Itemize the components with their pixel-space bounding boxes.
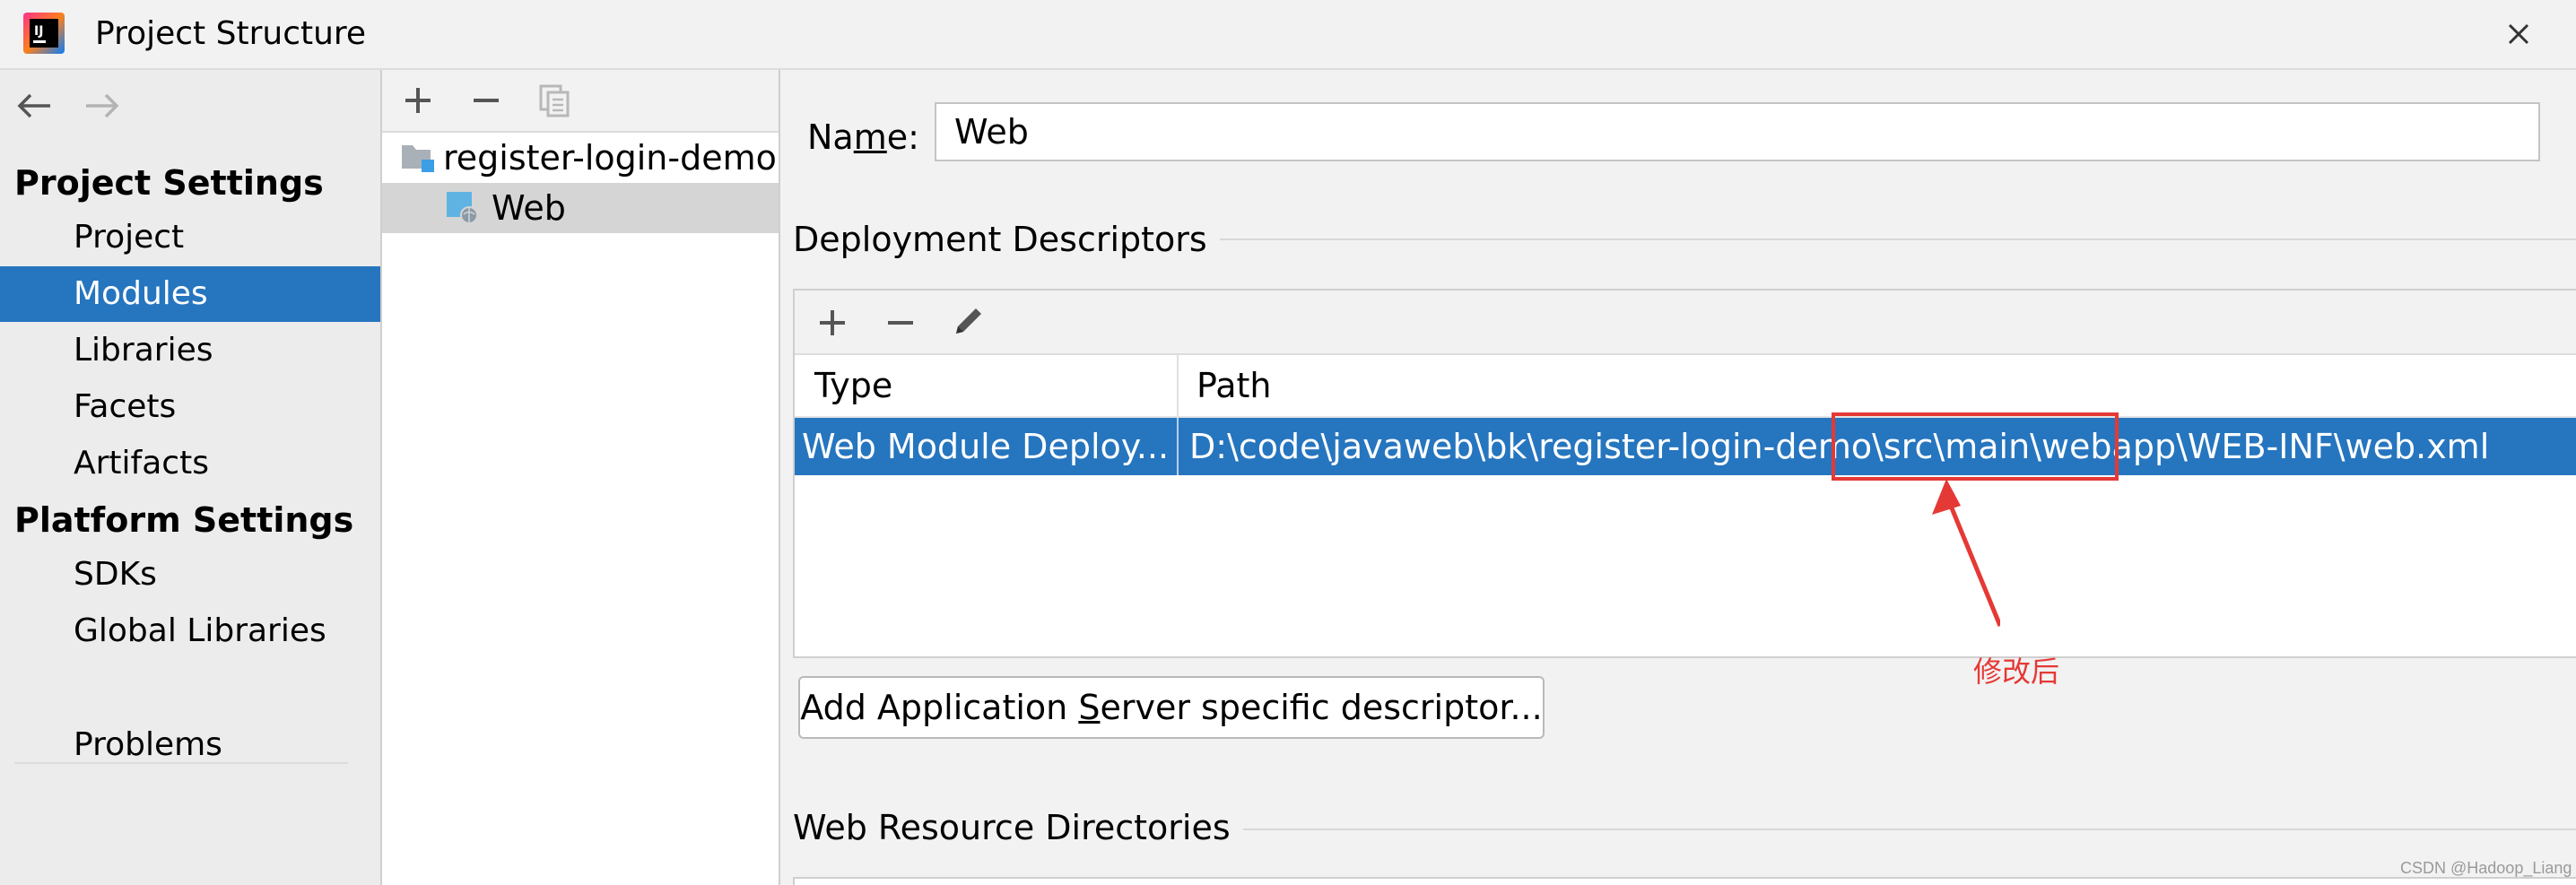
table-header bbox=[795, 355, 2576, 418]
path-suffix: \WEB-INF\web.xml bbox=[2176, 427, 2490, 466]
forward-arrow-icon[interactable] bbox=[83, 86, 122, 126]
add-icon[interactable] bbox=[814, 305, 850, 341]
path-prefix: D:\code\javaweb\bk\register-login-demo bbox=[1189, 427, 1873, 466]
sidebar-item-libraries[interactable]: Libraries bbox=[0, 323, 380, 378]
tree-item-label: Web bbox=[492, 188, 566, 228]
web-resource-directories-table bbox=[793, 877, 2576, 885]
sidebar-item-project[interactable]: Project bbox=[0, 210, 380, 265]
name-label: Name: bbox=[807, 117, 919, 157]
settings-sidebar: Project Settings Project Modules Librari… bbox=[0, 70, 382, 885]
cell-separator bbox=[1177, 418, 1179, 475]
sidebar-item-problems[interactable]: Problems bbox=[0, 717, 380, 773]
intellij-logo-icon: IJ bbox=[23, 13, 65, 54]
type-cell: Web Module Deploy... bbox=[802, 427, 1170, 466]
add-server-descriptor-button[interactable]: Add Application Server specific descript… bbox=[798, 676, 1545, 739]
module-tree-toolbar bbox=[382, 70, 779, 133]
sidebar-item-label: Global Libraries bbox=[74, 612, 326, 649]
remove-icon[interactable] bbox=[468, 82, 504, 118]
annotation-label: 修改后 bbox=[1973, 655, 2060, 689]
sidebar-item-modules[interactable]: Modules bbox=[0, 266, 380, 322]
name-field[interactable] bbox=[935, 102, 2540, 161]
deployment-descriptors-title: Deployment Descriptors bbox=[793, 215, 1220, 264]
name-mnemonic: m bbox=[853, 117, 887, 157]
web-facet-icon bbox=[447, 192, 478, 224]
sidebar-item-label: Modules bbox=[74, 275, 208, 312]
table-row[interactable]: Web Module Deploy... D:\code\javaweb\bk\… bbox=[795, 418, 2576, 475]
column-header-type[interactable]: Type bbox=[814, 355, 892, 416]
sidebar-item-label: Project bbox=[74, 219, 185, 256]
sidebar-item-label: SDKs bbox=[74, 556, 157, 593]
annotation-highlight-box bbox=[1832, 412, 2119, 481]
column-separator bbox=[1177, 355, 1179, 416]
tree-item-web-facet[interactable]: Web bbox=[382, 183, 779, 233]
remove-icon[interactable] bbox=[883, 305, 918, 341]
sidebar-item-global-libraries[interactable]: Global Libraries bbox=[0, 603, 380, 659]
add-icon[interactable] bbox=[400, 82, 436, 118]
sidebar-item-label: Problems bbox=[74, 726, 222, 763]
deployment-descriptors-table: Type Path Web Module Deploy... D:\code\j… bbox=[793, 289, 2576, 658]
module-tree-panel: register-login-demo Web bbox=[382, 70, 780, 885]
copy-icon[interactable] bbox=[536, 82, 572, 118]
watermark: CSDN @Hadoop_Liang bbox=[2400, 859, 2572, 877]
deployment-descriptors-toolbar bbox=[795, 291, 2576, 355]
window-title: Project Structure bbox=[95, 15, 367, 52]
tree-item-module[interactable]: register-login-demo bbox=[382, 133, 779, 183]
edit-pencil-icon[interactable] bbox=[951, 303, 987, 339]
button-label-end: erver specific descriptor... bbox=[1100, 688, 1543, 727]
sidebar-item-label: Artifacts bbox=[74, 445, 209, 482]
column-header-path[interactable]: Path bbox=[1197, 355, 1271, 416]
close-icon[interactable] bbox=[2499, 14, 2538, 54]
project-settings-header: Project Settings bbox=[14, 163, 324, 203]
back-arrow-icon[interactable] bbox=[14, 86, 54, 126]
sidebar-item-sdks[interactable]: SDKs bbox=[0, 547, 380, 603]
module-folder-icon bbox=[402, 145, 434, 172]
facet-settings-panel: Name: Deployment Descriptors Type Path W… bbox=[780, 70, 2576, 885]
sidebar-item-facets[interactable]: Facets bbox=[0, 379, 380, 435]
sidebar-item-label: Facets bbox=[74, 388, 177, 425]
button-label-mnemonic: S bbox=[1078, 688, 1101, 727]
tree-item-label: register-login-demo bbox=[443, 138, 777, 178]
platform-settings-header: Platform Settings bbox=[14, 500, 354, 540]
annotation-arrow-icon bbox=[1932, 479, 2000, 627]
title-bar: IJ Project Structure bbox=[0, 0, 2576, 70]
sidebar-item-label: Libraries bbox=[74, 332, 213, 369]
web-resource-directories-title: Web Resource Directories bbox=[793, 803, 1243, 852]
svg-text:IJ: IJ bbox=[34, 24, 43, 39]
sidebar-item-artifacts[interactable]: Artifacts bbox=[0, 436, 380, 491]
button-label-start: Add Application bbox=[800, 688, 1079, 727]
